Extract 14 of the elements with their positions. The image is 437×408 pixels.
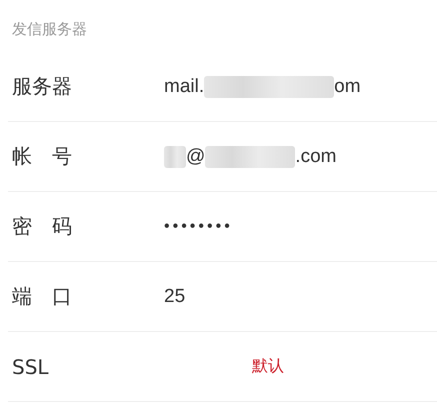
field-label: SSL [11,354,50,378]
redaction-icon [204,76,334,98]
field-value[interactable]: 25 [164,286,186,308]
field-value[interactable]: @ .com [164,146,336,168]
redaction-icon [164,146,186,168]
password-value[interactable]: •••••••• [164,218,233,236]
ssl-value[interactable]: 默认 [252,356,284,377]
redaction-icon [205,146,296,168]
field-label: 密 码 [11,213,73,240]
field-value[interactable]: mail. om [164,76,361,98]
field-label: 服务器 [11,73,73,100]
field-label: 端 口 [11,283,73,310]
field-label: 帐 号 [11,143,73,170]
section-title: 发信服务器 [12,20,87,38]
